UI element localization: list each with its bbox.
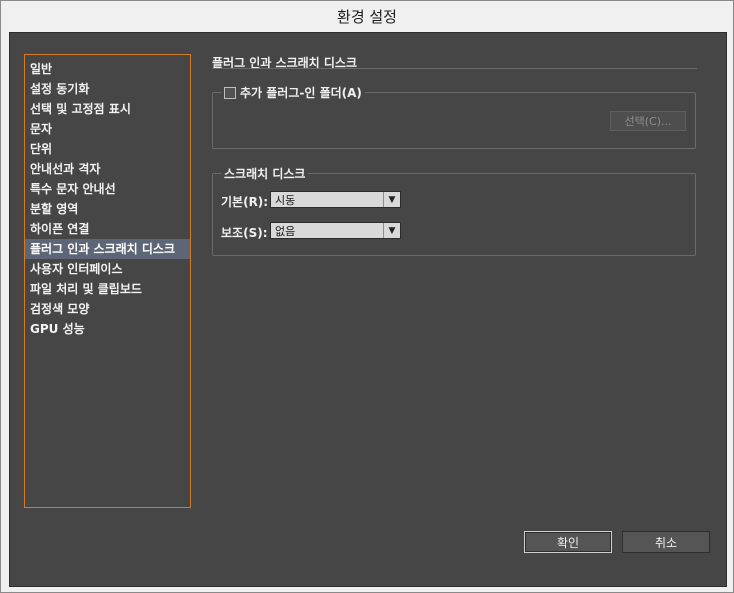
section-divider xyxy=(212,68,697,69)
category-list: 일반 설정 동기화 선택 및 고정점 표시 문자 단위 안내선과 격자 특수 문… xyxy=(24,54,191,508)
scratch-disks-title: 스크래치 디스크 xyxy=(224,167,306,181)
primary-disk-label: 기본(R): xyxy=(221,195,269,209)
secondary-disk-value: 없음 xyxy=(275,224,296,238)
window-title: 환경 설정 xyxy=(337,7,397,26)
dialog-client: 일반 설정 동기화 선택 및 고정점 표시 문자 단위 안내선과 격자 특수 문… xyxy=(9,32,727,587)
category-hyphenation[interactable]: 하이픈 연결 xyxy=(25,219,190,239)
category-slices[interactable]: 분할 영역 xyxy=(25,199,190,219)
ok-button[interactable]: 확인 xyxy=(524,531,612,553)
secondary-disk-label: 보조(S): xyxy=(221,226,268,240)
category-selection-anchor-display[interactable]: 선택 및 고정점 표시 xyxy=(25,99,190,119)
category-user-interface[interactable]: 사용자 인터페이스 xyxy=(25,259,190,279)
category-type[interactable]: 문자 xyxy=(25,119,190,139)
plugins-group: 추가 플러그-인 폴더(A) 선택(C)... xyxy=(212,84,696,149)
plugins-group-legend: 추가 플러그-인 폴더(A) xyxy=(221,84,365,101)
secondary-disk-select[interactable]: 없음 ▼ xyxy=(270,222,401,239)
preferences-window: 환경 설정 일반 설정 동기화 선택 및 고정점 표시 문자 단위 안내선과 격… xyxy=(0,0,734,593)
primary-disk-value: 시동 xyxy=(275,193,296,207)
category-guides-grid[interactable]: 안내선과 격자 xyxy=(25,159,190,179)
additional-plugins-checkbox[interactable] xyxy=(224,86,236,99)
chevron-down-icon[interactable]: ▼ xyxy=(383,223,400,238)
choose-folder-button[interactable]: 선택(C)... xyxy=(610,111,686,131)
additional-plugins-label[interactable]: 추가 플러그-인 폴더(A) xyxy=(240,84,362,101)
scratch-disks-group: 스크래치 디스크 기본(R): 시동 ▼ 보조(S): 없음 ▼ xyxy=(212,165,696,256)
category-general[interactable]: 일반 xyxy=(25,59,190,79)
cancel-button[interactable]: 취소 xyxy=(622,531,710,553)
category-file-handling-clipboard[interactable]: 파일 처리 및 클립보드 xyxy=(25,279,190,299)
scratch-disks-legend: 스크래치 디스크 xyxy=(221,165,309,182)
chevron-down-icon[interactable]: ▼ xyxy=(383,192,400,207)
category-units[interactable]: 단위 xyxy=(25,139,190,159)
category-plugins-scratch-disks[interactable]: 플러그 인과 스크래치 디스크 xyxy=(25,239,190,259)
category-black-appearance[interactable]: 검정색 모양 xyxy=(25,299,190,319)
primary-disk-select[interactable]: 시동 ▼ xyxy=(270,191,401,208)
category-sync-settings[interactable]: 설정 동기화 xyxy=(25,79,190,99)
category-smart-guides[interactable]: 특수 문자 안내선 xyxy=(25,179,190,199)
category-gpu-performance[interactable]: GPU 성능 xyxy=(25,319,190,339)
